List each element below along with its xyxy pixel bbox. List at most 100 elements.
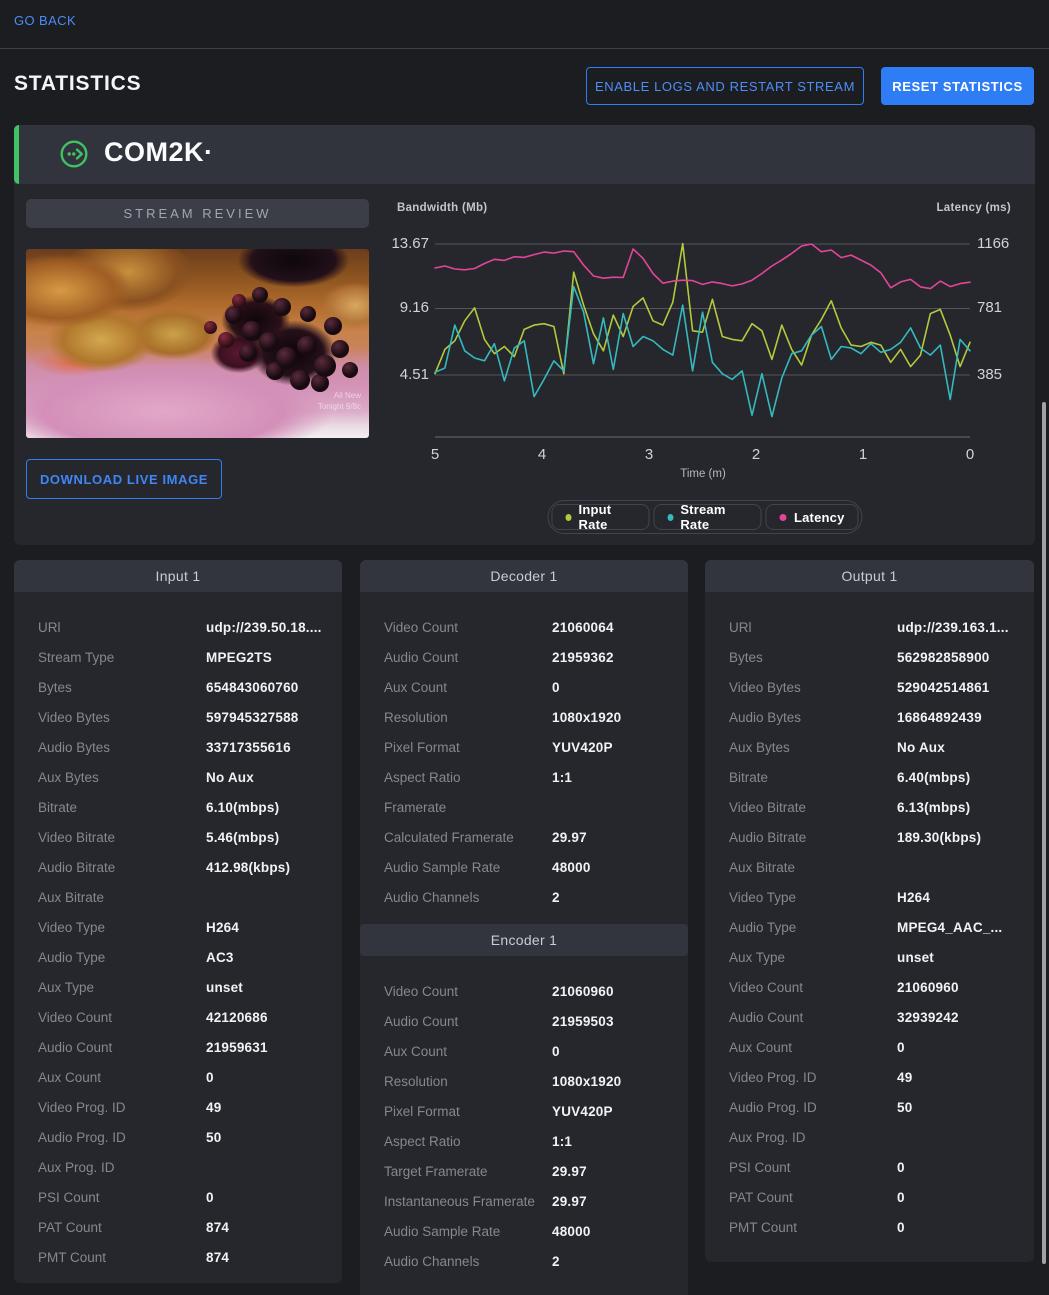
stat-value: YUV420P [552, 1104, 613, 1119]
stat-row: Audio Bytes16864892439 [705, 702, 1034, 732]
stat-label: Target Framerate [384, 1164, 552, 1179]
decoder-panel: Decoder 1 Video Count21060064Audio Count… [360, 560, 688, 1295]
enable-logs-button[interactable]: ENABLE LOGS AND RESTART STREAM [586, 67, 864, 105]
stat-value: 562982858900 [897, 650, 990, 665]
legend-item-input-rate[interactable]: Input Rate [552, 504, 650, 530]
legend-label: Latency [794, 510, 845, 525]
stat-row: Audio Bytes33717355616 [14, 732, 342, 762]
stat-label: Audio Channels [384, 890, 552, 905]
stat-label: Aspect Ratio [384, 1134, 552, 1149]
stat-label: Video Type [38, 920, 206, 935]
stat-label: Bytes [729, 650, 897, 665]
stat-value: No Aux [897, 740, 945, 755]
input-rows: URludp://239.50.18....Stream TypeMPEG2TS… [14, 612, 342, 1272]
stat-label: Audio Type [729, 920, 897, 935]
stat-label: Video Count [384, 620, 552, 635]
stat-row: Bitrate6.10(mbps) [14, 792, 342, 822]
legend-item-latency[interactable]: Latency [766, 504, 859, 530]
stat-row: Video Count21060960 [705, 972, 1034, 1002]
berry-shape [273, 298, 291, 316]
x-axis-tick: 0 [950, 446, 990, 463]
reset-statistics-button[interactable]: RESET STATISTICS [881, 67, 1034, 105]
stat-value: 2 [552, 1254, 560, 1269]
x-axis-tick: 2 [736, 446, 776, 463]
live-stream-thumbnail: All New Tonight 9/8c [26, 249, 369, 438]
download-live-image-button[interactable]: DOWNLOAD LIVE IMAGE [26, 459, 222, 499]
stat-label: Video Bytes [38, 710, 206, 725]
left-axis-tick: 13.67 [390, 235, 429, 252]
stat-label: Video Count [38, 1010, 206, 1025]
stat-label: Audio Count [729, 1010, 897, 1025]
decoder-rows: Video Count21060064Audio Count21959362Au… [360, 612, 688, 912]
stat-label: Audio Prog. ID [729, 1100, 897, 1115]
stat-row: Audio Count21959362 [360, 642, 688, 672]
statistics-page: GO BACK STATISTICS ENABLE LOGS AND RESTA… [0, 0, 1049, 1295]
stat-value: 33717355616 [206, 740, 291, 755]
stat-value: 0 [206, 1070, 214, 1085]
decoder-panel-header: Decoder 1 [360, 560, 688, 592]
berry-shape [252, 287, 268, 303]
stat-row: Aux Bitrate [14, 882, 342, 912]
stat-label: Aspect Ratio [384, 770, 552, 785]
stat-row: Aux Count0 [360, 672, 688, 702]
stat-row: Resolution1080x1920 [360, 702, 688, 732]
stat-value: 50 [206, 1130, 221, 1145]
output-panel: Output 1 URludp://239.163.1...Bytes56298… [705, 560, 1034, 1262]
stat-label: PMT Count [38, 1250, 206, 1265]
stat-row: Resolution1080x1920 [360, 1066, 688, 1096]
x-axis-tick: 4 [522, 446, 562, 463]
stat-value: 6.10(mbps) [206, 800, 279, 815]
stat-value: udp://239.163.1... [897, 620, 1009, 635]
stat-label: Audio Type [38, 950, 206, 965]
watermark-line: Tonight 9/8c [318, 401, 361, 412]
legend-item-stream-rate[interactable]: Stream Rate [653, 504, 762, 530]
stat-row: Aux Count0 [705, 1032, 1034, 1062]
stat-row: Target Framerate29.97 [360, 1156, 688, 1186]
stat-row: PAT Count874 [14, 1212, 342, 1242]
output-panel-header: Output 1 [705, 560, 1034, 592]
stat-value: H264 [206, 920, 239, 935]
stat-value: 50 [897, 1100, 912, 1115]
stat-row: Aux Typeunset [705, 942, 1034, 972]
stat-label: PSI Count [729, 1160, 897, 1175]
stat-value: AC3 [206, 950, 234, 965]
stat-value: 0 [897, 1040, 905, 1055]
stat-value: unset [897, 950, 934, 965]
stat-value: 21959503 [552, 1014, 614, 1029]
stat-label: Audio Count [384, 1014, 552, 1029]
x-axis-tick: 3 [629, 446, 669, 463]
stat-label: Instantaneous Framerate [384, 1194, 552, 1209]
stat-label: Video Bitrate [729, 800, 897, 815]
stat-label: Aux Count [384, 1044, 552, 1059]
stat-row: Video Count21060960 [360, 976, 688, 1006]
latency-dot-icon [780, 514, 787, 521]
stat-row: Aux Bitrate [705, 852, 1034, 882]
stat-value: 49 [206, 1100, 221, 1115]
input-panel: Input 1 URludp://239.50.18....Stream Typ… [14, 560, 342, 1283]
stat-label: Video Prog. ID [729, 1070, 897, 1085]
stat-label: Aux Bytes [38, 770, 206, 785]
go-back-link[interactable]: GO BACK [14, 13, 76, 28]
stat-value: 412.98(kbps) [206, 860, 290, 875]
stat-row: Audio TypeAC3 [14, 942, 342, 972]
stat-label: Audio Bitrate [729, 830, 897, 845]
stat-row: Aux Count0 [360, 1036, 688, 1066]
stat-value: 874 [206, 1220, 229, 1235]
stat-value: 48000 [552, 1224, 591, 1239]
stat-value: YUV420P [552, 740, 613, 755]
stat-label: Aux Type [729, 950, 897, 965]
stat-value: 874 [206, 1250, 229, 1265]
brand-name: COM2K· [104, 137, 214, 168]
x-axis-tick: 1 [843, 446, 883, 463]
stat-value: 0 [206, 1190, 214, 1205]
stat-label: Aux Bytes [729, 740, 897, 755]
stat-row: Audio TypeMPEG4_AAC_... [705, 912, 1034, 942]
stat-value: 32939242 [897, 1010, 959, 1025]
scrollbar-thumb[interactable] [1042, 402, 1046, 1264]
top-divider [0, 48, 1049, 49]
berry-shape [239, 344, 257, 362]
berry-shape [297, 336, 317, 356]
stat-value: 1080x1920 [552, 710, 621, 725]
stat-label: Aux Prog. ID [38, 1160, 206, 1175]
berry-shape [225, 306, 243, 324]
